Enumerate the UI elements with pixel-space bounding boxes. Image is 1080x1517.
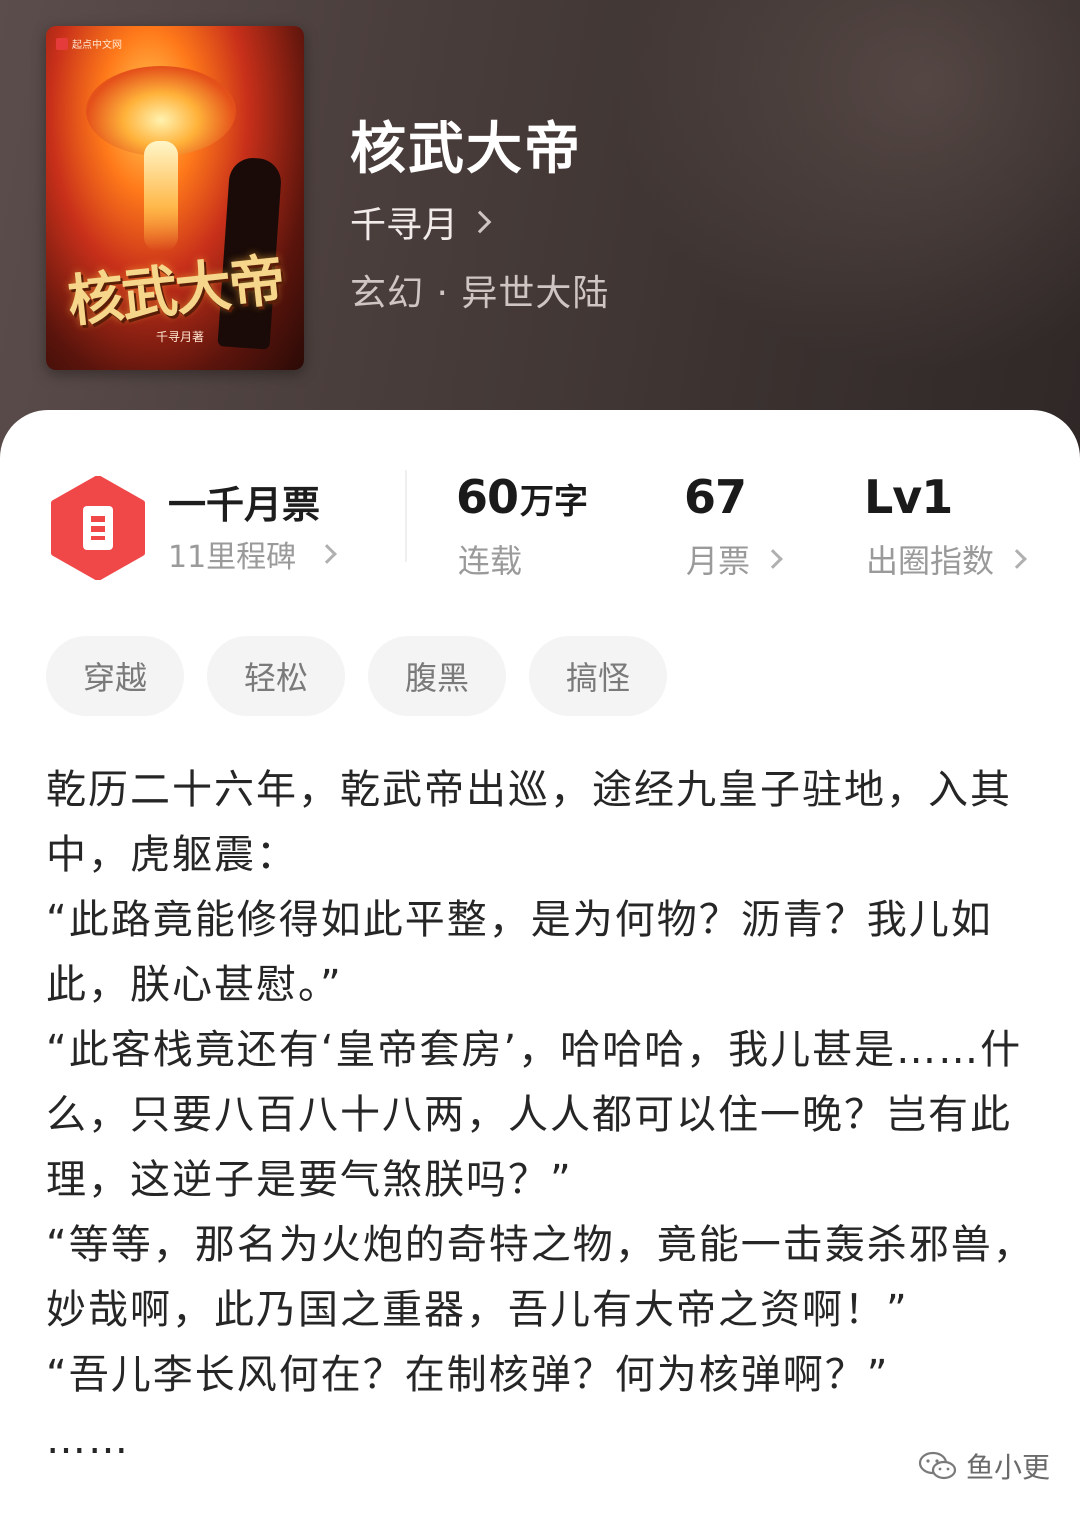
author-name: 千寻月 [350, 205, 459, 246]
level-label: 出圈指数 [866, 542, 995, 580]
author-link[interactable]: 千寻月 [350, 196, 492, 248]
description-paragraph: “等等，那名为火炮的奇特之物，竟能一击轰杀邪兽，妙哉啊，此乃国之重器，吾儿有大帝… [46, 1222, 1035, 1333]
milestone-link[interactable]: 11里程碑 [168, 532, 338, 576]
cover-author: 千寻月著 [156, 330, 205, 344]
chevron-right-icon [468, 210, 492, 234]
description-paragraph: “此客栈竟还有‘皇帝套房’，哈哈哈，我儿甚是……什么，只要八百八十八两，人人都可… [46, 1027, 1023, 1203]
monthly-votes-link[interactable]: 月票 [686, 536, 783, 582]
description-paragraph: “此路竟能修得如此平整，是为何物？沥青？我儿如此，朕心甚慰。” [46, 897, 993, 1008]
genre-label: 玄幻 · 异世大陆 [350, 273, 610, 314]
wechat-icon [918, 1451, 957, 1480]
level-value: Lv1 [864, 470, 953, 524]
milestone-title: 一千月票 [168, 483, 321, 527]
word-count: 60 万字 [456, 470, 588, 524]
publisher-name: 起点中文网 [72, 40, 122, 51]
book-cover[interactable]: 起点中文网 核武大帝 千寻月著 [46, 26, 304, 370]
tag-chip[interactable]: 腹黑 [368, 636, 506, 716]
monthly-votes-label: 月票 [686, 542, 751, 580]
book-description: 乾历二十六年，乾武帝出巡，途经九皇子驻地，入其中，虎躯震： “此路竟能修得如此平… [46, 758, 1036, 1473]
tag-chip[interactable]: 搞怪 [529, 636, 667, 716]
tag-chip[interactable]: 穿越 [46, 636, 184, 716]
publisher-logo-icon [56, 37, 68, 50]
publisher-badge: 起点中文网 [56, 36, 122, 51]
chevron-right-icon [317, 544, 338, 564]
description-paragraph: 乾历二十六年，乾武帝出巡，途经九皇子驻地，入其中，虎躯震： [46, 767, 1012, 878]
monthly-ticket-icon [51, 476, 145, 580]
monthly-votes-value: 67 [684, 470, 747, 524]
word-count-value: 60 [456, 470, 519, 524]
word-count-unit: 万字 [520, 482, 589, 522]
level-link[interactable]: 出圈指数 [866, 536, 1027, 582]
serial-status: 连载 [458, 542, 523, 580]
description-paragraph: …… [46, 1417, 130, 1463]
stats-divider [405, 470, 407, 562]
chevron-right-icon [1007, 549, 1027, 569]
watermark-text: 鱼小更 [966, 1451, 1051, 1484]
chevron-right-icon [763, 549, 783, 569]
book-title: 核武大帝 [350, 116, 582, 182]
tag-chip[interactable]: 轻松 [207, 636, 345, 716]
wechat-watermark: 鱼小更 [918, 1446, 1050, 1486]
mushroom-cloud-stem [144, 141, 178, 251]
description-paragraph: “吾儿李长风何在？在制核弹？何为核弹啊？” [46, 1352, 890, 1398]
milestone-sub: 11里程碑 [168, 540, 297, 575]
